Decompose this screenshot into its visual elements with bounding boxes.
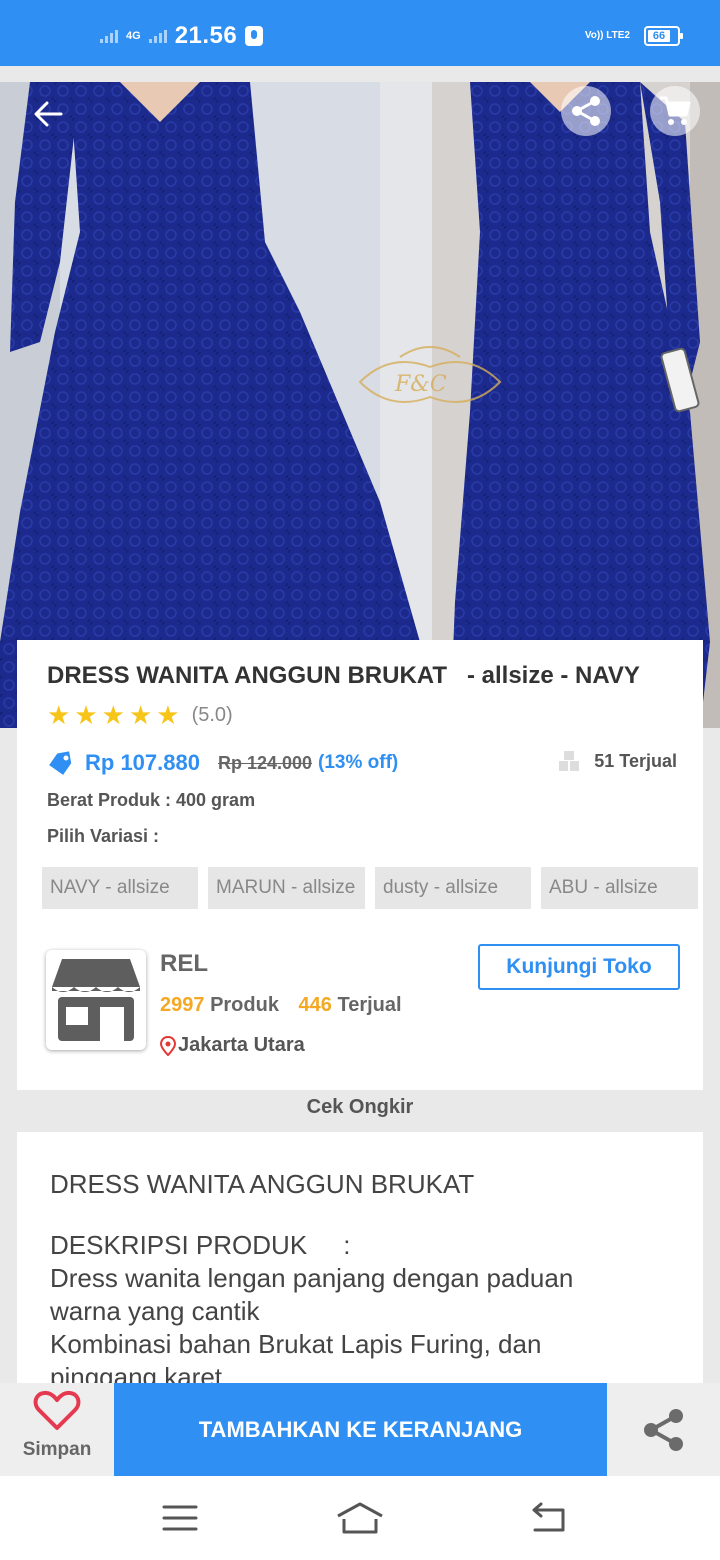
battery-level: 66	[648, 30, 670, 42]
star-icon: ★	[101, 700, 125, 730]
shop-sold-label: Terjual	[337, 994, 402, 1016]
share-icon	[572, 96, 600, 126]
status-time: 21.56	[174, 22, 238, 49]
star-icon: ★	[47, 700, 71, 730]
location-pin-icon	[160, 1035, 176, 1056]
product-title: DRESS WANITA ANGGUN BRUKAT - allsize - N…	[47, 662, 640, 689]
discount-badge: (13% off)	[318, 752, 399, 773]
signal-icon-2	[148, 29, 167, 43]
menu-icon	[162, 1505, 198, 1531]
status-left: 4G 21.56	[100, 22, 264, 50]
visit-shop-button[interactable]: Kunjungi Toko	[478, 944, 680, 990]
rating-value: (5.0)	[191, 703, 233, 726]
variant-option[interactable]: NAVY - allsize	[42, 867, 198, 909]
signal-icon	[100, 29, 118, 43]
product-image[interactable]: F&C	[0, 82, 720, 728]
back-arrow-icon	[34, 101, 63, 127]
share-button[interactable]	[561, 86, 611, 136]
status-right: Vo)) LTE2 66	[584, 26, 683, 46]
add-to-cart-button[interactable]: TAMBAHKAN KE KERANJANG	[114, 1383, 607, 1476]
share-icon	[643, 1408, 683, 1451]
price-row: Rp 107.880 Rp 124.000 (13% off)	[47, 750, 398, 776]
description-heading: DRESS WANITA ANGGUN BRUKAT	[50, 1169, 475, 1199]
price-tag-icon	[49, 751, 72, 775]
shop-location-text: Jakarta Utara	[178, 1034, 305, 1056]
shop-stats: 2997 Produk 446 Terjual	[160, 994, 402, 1017]
star-icon: ★	[74, 700, 98, 730]
mic-icon	[245, 26, 264, 46]
variant-option[interactable]: MARUN - allsize	[208, 867, 365, 909]
cart-icon	[660, 96, 691, 125]
shop-products-count: 2997	[160, 994, 205, 1016]
variant-option[interactable]: dusty - allsize	[375, 867, 531, 909]
variant-list: NAVY - allsize MARUN - allsize dusty - a…	[42, 867, 698, 909]
system-back-button[interactable]	[518, 1496, 578, 1540]
box-icon	[559, 751, 580, 771]
shop-name[interactable]: REL	[160, 950, 208, 978]
product-weight: Berat Produk : 400 gram	[47, 790, 256, 810]
shop-products-label: Produk	[210, 994, 279, 1016]
bottom-action-bar: Simpan TAMBAHKAN KE KERANJANG	[0, 1383, 720, 1476]
description-card: DRESS WANITA ANGGUN BRUKAT DESKRIPSI PRO…	[17, 1132, 703, 1392]
star-icon: ★	[156, 700, 180, 730]
network-type: 4G	[126, 30, 141, 42]
shop-location: Jakarta Utara	[160, 1034, 305, 1057]
description-line: Dress wanita lengan panjang dengan padua…	[50, 1263, 574, 1326]
back-icon	[532, 1502, 565, 1532]
cart-button[interactable]	[650, 86, 700, 136]
variant-option[interactable]: ABU - allsize	[541, 867, 698, 909]
sold-label: 51 Terjual	[594, 750, 677, 771]
product-description: DRESS WANITA ANGGUN BRUKAT DESKRIPSI PRO…	[50, 1168, 650, 1392]
recents-button[interactable]	[150, 1496, 210, 1540]
status-bar: 4G 21.56 Vo)) LTE2 66	[0, 0, 720, 66]
product-info-card: DRESS WANITA ANGGUN BRUKAT - allsize - N…	[17, 640, 703, 1090]
home-icon	[337, 1502, 383, 1534]
back-button[interactable]	[28, 94, 68, 134]
store-icon	[52, 959, 140, 1041]
heart-icon	[33, 1390, 81, 1430]
price: Rp 107.880	[85, 750, 200, 775]
variant-label: Pilih Variasi :	[47, 826, 160, 846]
shop-sold-count: 446	[298, 994, 332, 1016]
description-section-title: DESKRIPSI PRODUK :	[50, 1230, 351, 1260]
watermark-ornament	[358, 346, 502, 403]
battery-icon: 66	[644, 26, 683, 46]
sold-count: 51 Terjual	[558, 750, 677, 772]
shop-avatar[interactable]	[46, 950, 146, 1050]
system-nav-bar	[0, 1476, 720, 1560]
shipping-check-link[interactable]: Cek Ongkir	[0, 1096, 720, 1119]
save-label: Simpan	[22, 1439, 92, 1460]
product-rating: ★ ★ ★ ★ ★ (5.0)	[47, 702, 233, 728]
original-price: Rp 124.000	[217, 752, 313, 773]
volte-indicator: Vo)) LTE2	[584, 30, 630, 41]
save-button[interactable]: Simpan	[0, 1383, 114, 1476]
star-icon: ★	[128, 700, 153, 730]
home-button[interactable]	[330, 1496, 390, 1540]
share-product-button[interactable]	[607, 1383, 720, 1476]
